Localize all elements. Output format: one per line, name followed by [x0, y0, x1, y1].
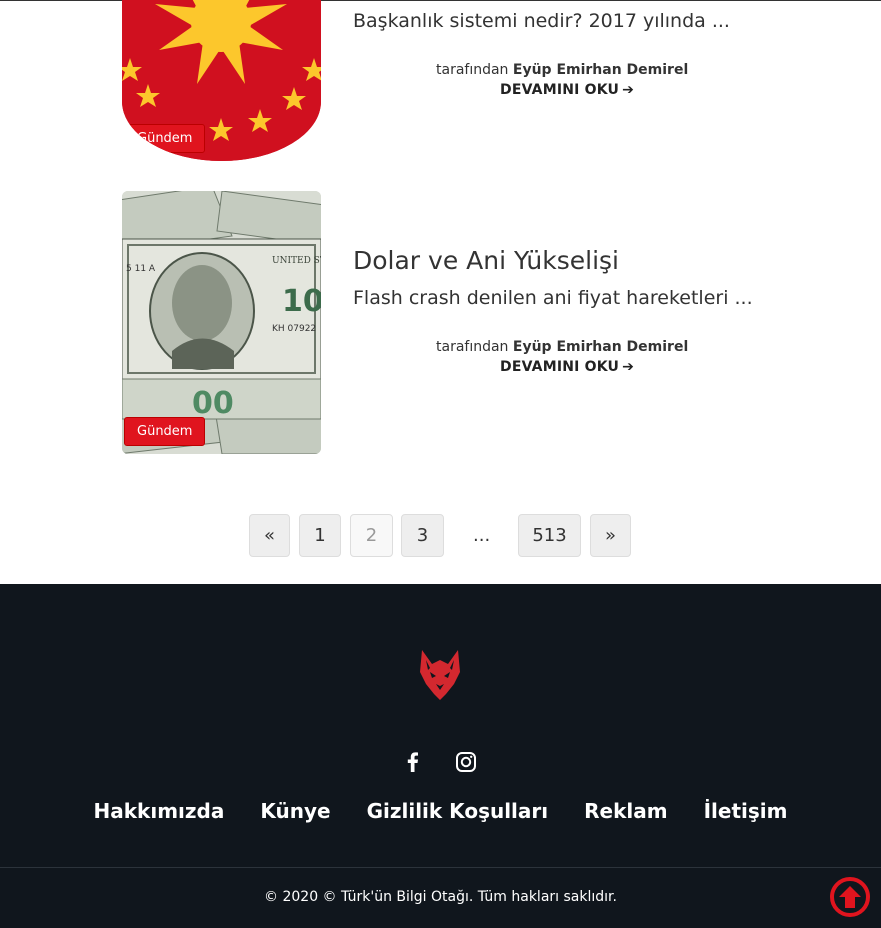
- wolf-logo-icon[interactable]: [416, 650, 464, 700]
- footer-link-imprint[interactable]: Künye: [260, 799, 330, 823]
- post-byline: tarafından Eyüp Emirhan Demirel: [436, 62, 688, 78]
- svg-text:UNITED STATES: UNITED STATES: [272, 256, 321, 266]
- author-name[interactable]: Eyüp Emirhan Demirel: [513, 339, 688, 355]
- dollar-bills-image: UNITED STATES 10 5 11 A KH 07922 00: [122, 191, 321, 454]
- pagination-page-3[interactable]: 3: [401, 514, 444, 557]
- svg-text:00: 00: [192, 386, 234, 421]
- read-more-link[interactable]: DEVAMINI OKU ➔: [500, 359, 634, 375]
- author-name[interactable]: Eyüp Emirhan Demirel: [513, 62, 688, 78]
- footer-link-about[interactable]: Hakkımızda: [94, 799, 225, 823]
- post-thumbnail-presidency[interactable]: Gündem: [122, 0, 321, 161]
- svg-text:10: 10: [282, 284, 321, 319]
- byline-prefix: tarafından: [436, 62, 509, 78]
- instagram-icon[interactable]: [454, 750, 478, 774]
- pagination-prev[interactable]: «: [249, 514, 290, 557]
- footer-link-privacy[interactable]: Gizlilik Koşulları: [367, 799, 549, 823]
- category-badge[interactable]: Gündem: [124, 124, 206, 153]
- byline-prefix: tarafından: [436, 339, 509, 355]
- pagination-page-last[interactable]: 513: [518, 514, 581, 557]
- post-excerpt: Flash crash denilen ani fiyat hareketler…: [353, 287, 753, 309]
- category-badge[interactable]: Gündem: [124, 417, 206, 446]
- arrow-right-icon: ➔: [622, 82, 635, 98]
- post-byline: tarafından Eyüp Emirhan Demirel: [436, 339, 688, 355]
- footer-nav: Hakkımızda Künye Gizlilik Koşulları Rekl…: [0, 799, 881, 823]
- facebook-icon[interactable]: [401, 750, 425, 774]
- read-more-label: DEVAMINI OKU: [500, 359, 620, 375]
- pagination-ellipsis: ...: [473, 525, 491, 546]
- post-excerpt: Başkanlık sistemi nedir? 2017 yılında ..…: [353, 10, 730, 32]
- footer-divider: [0, 867, 881, 868]
- svg-text:5 11 A: 5 11 A: [126, 264, 156, 274]
- arrow-right-icon: ➔: [622, 359, 635, 375]
- page: Gündem Başkanlık sistemi nedir? 2017 yıl…: [0, 0, 881, 928]
- post-thumbnail-dollar[interactable]: UNITED STATES 10 5 11 A KH 07922 00 Günd…: [122, 191, 321, 454]
- pagination-page-1[interactable]: 1: [299, 514, 341, 557]
- read-more-link[interactable]: DEVAMINI OKU ➔: [500, 82, 634, 98]
- scroll-to-top-icon[interactable]: [829, 876, 871, 918]
- read-more-label: DEVAMINI OKU: [500, 82, 620, 98]
- pagination-page-current: 2: [350, 514, 393, 557]
- site-footer: Hakkımızda Künye Gizlilik Koşulları Rekl…: [0, 584, 881, 928]
- svg-text:KH 07922: KH 07922: [272, 324, 316, 334]
- pagination-next[interactable]: »: [590, 514, 631, 557]
- footer-link-contact[interactable]: İletişim: [704, 799, 788, 823]
- footer-link-advertising[interactable]: Reklam: [584, 799, 667, 823]
- post-title[interactable]: Dolar ve Ani Yükselişi: [353, 246, 619, 275]
- copyright-text: © 2020 © Türk'ün Bilgi Otağı. Tüm haklar…: [264, 889, 617, 905]
